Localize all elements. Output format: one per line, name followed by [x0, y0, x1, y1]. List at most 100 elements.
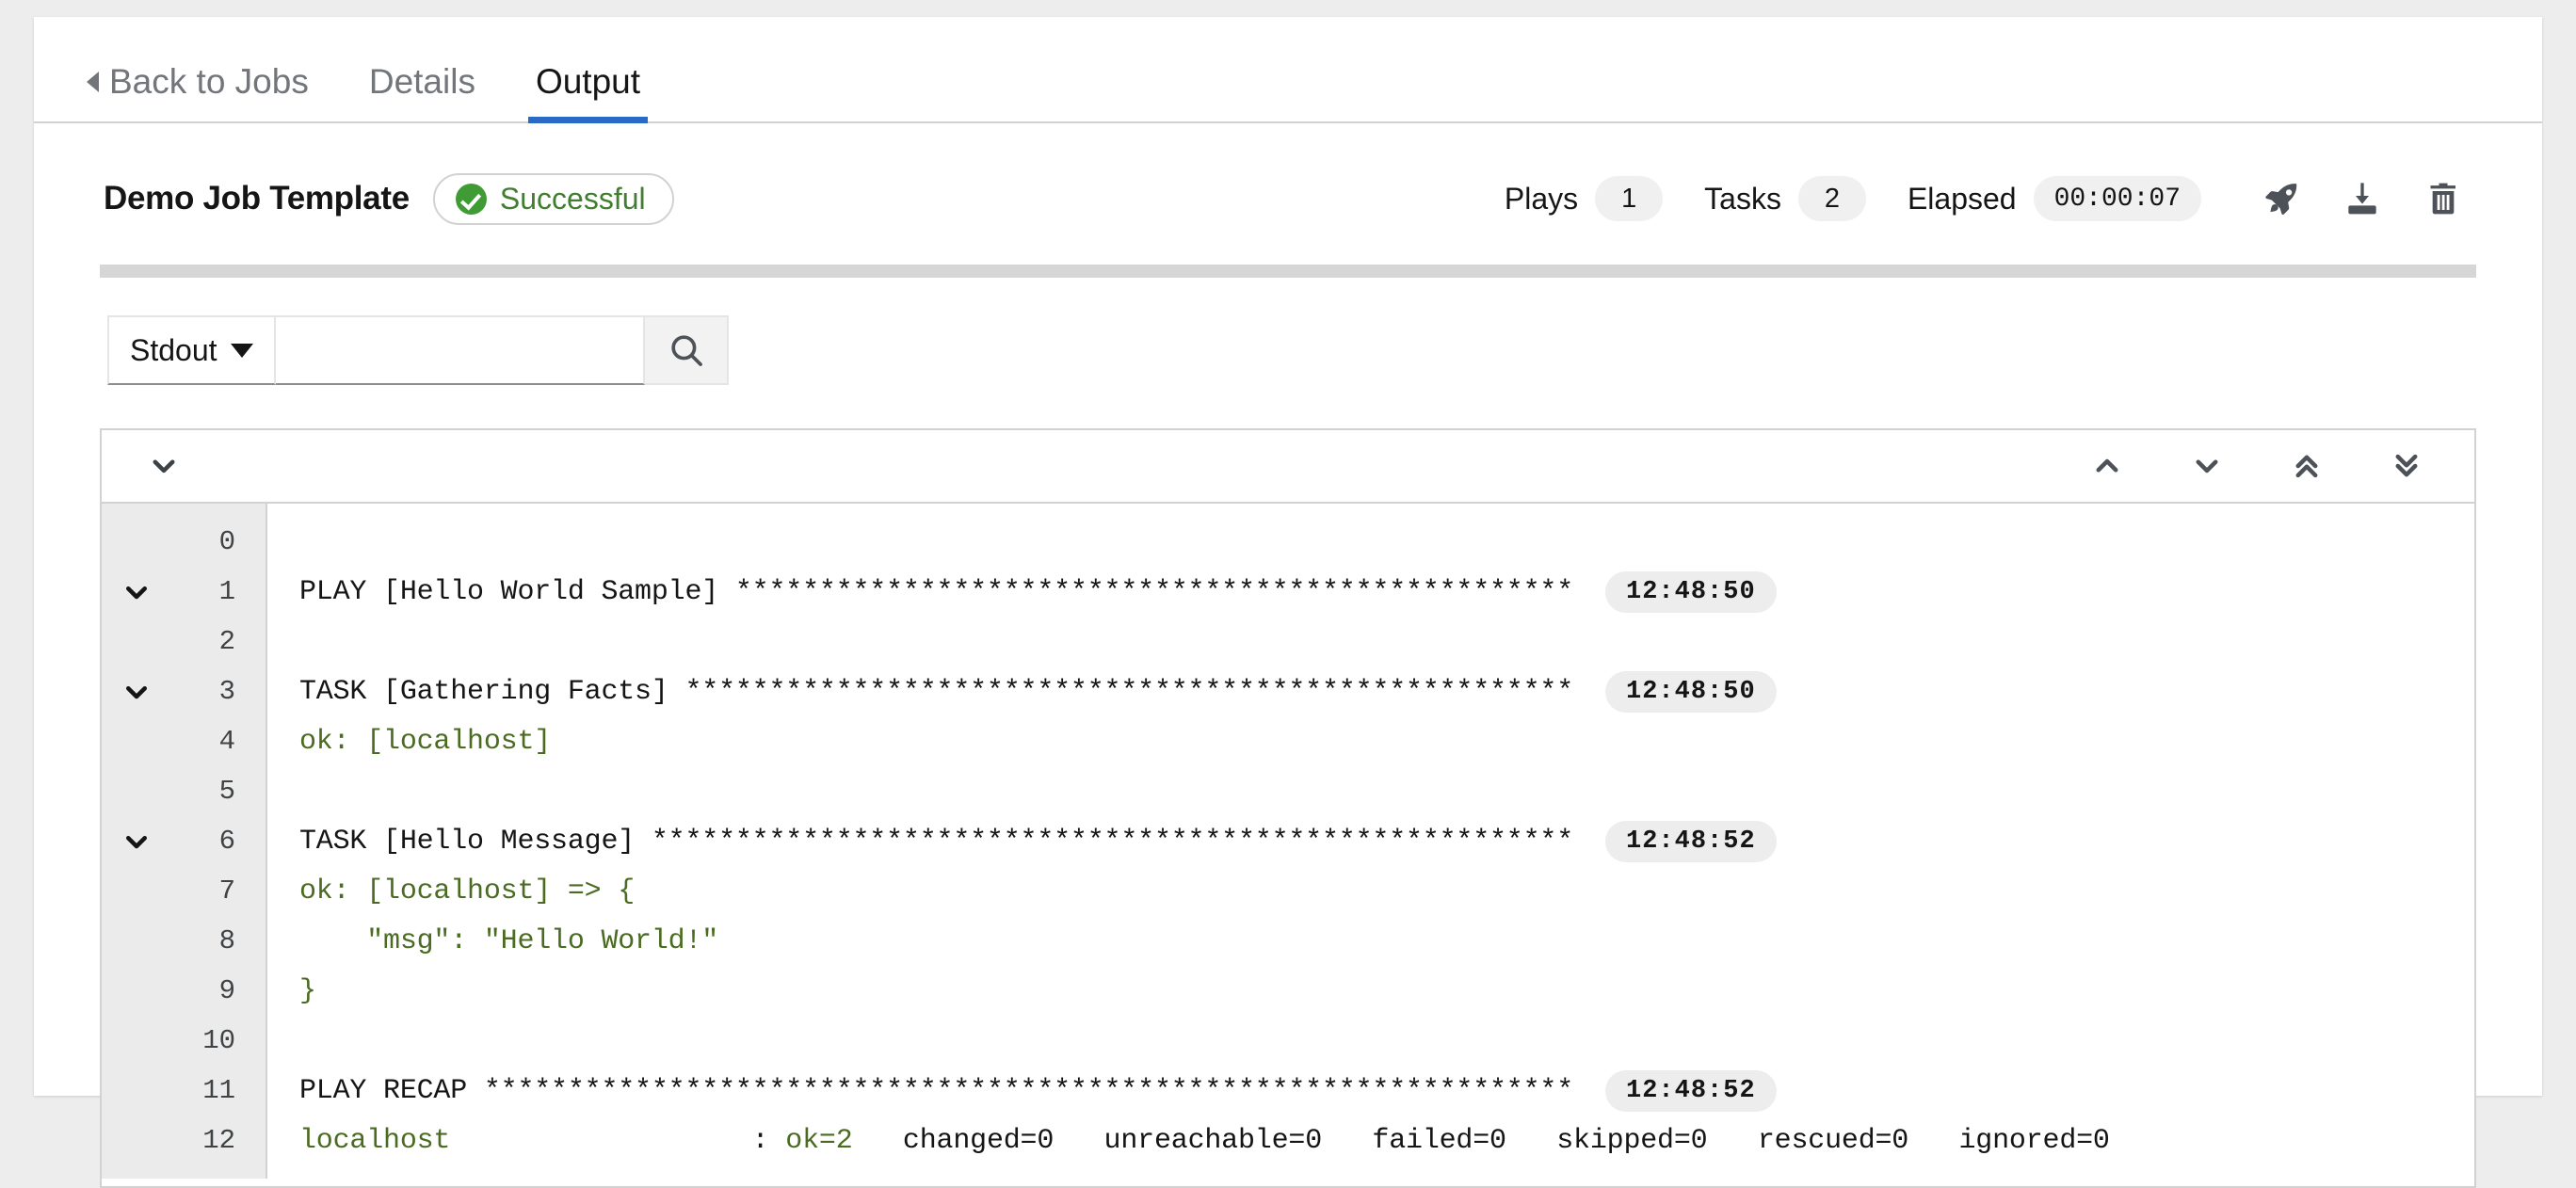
trash-icon: [2430, 183, 2455, 215]
page-title: Demo Job Template: [104, 180, 410, 217]
panel-bottom-filler: [102, 1179, 2474, 1186]
output-toolbar: [102, 430, 2474, 504]
line-collapse-toggle[interactable]: [122, 827, 151, 856]
log-line-text: TASK [Hello Message] *******************…: [299, 825, 1574, 858]
log-line-timestamp: 12:48:52: [1605, 820, 1777, 862]
search-type-select-value: Stdout: [130, 332, 217, 367]
scroll-last-button[interactable]: [2376, 440, 2437, 492]
tab-details-label: Details: [368, 62, 475, 101]
line-number-cell: 11: [102, 1066, 266, 1116]
search-icon: [670, 335, 702, 366]
line-number: 9: [218, 975, 235, 1006]
chevron-down-icon: [231, 343, 254, 358]
tab-back-to-jobs-label: Back to Jobs: [109, 62, 309, 101]
log-line-text: ok: [localhost] => {: [299, 875, 636, 907]
line-number-cell: 9: [102, 966, 266, 1016]
log-line-text: changed=0 unreachable=0 failed=0 skipped…: [852, 1124, 2110, 1157]
line-collapse-toggle[interactable]: [122, 578, 151, 606]
line-number-cell[interactable]: 3: [102, 666, 266, 716]
line-number: 4: [218, 726, 235, 757]
line-number: 12: [202, 1125, 235, 1156]
chevron-down-icon: [126, 685, 147, 698]
line-number: 1: [218, 576, 235, 607]
header-actions: [2241, 168, 2484, 230]
tab-back-to-jobs[interactable]: Back to Jobs: [87, 64, 309, 121]
log-line: localhost : ok=2 changed=0 unreachable=0…: [267, 1116, 2474, 1165]
job-header: Demo Job Template Successful Plays 1 Tas…: [34, 146, 2542, 251]
log-line-timestamp: 12:48:52: [1605, 1069, 1777, 1112]
line-number-cell[interactable]: 6: [102, 816, 266, 866]
chevron-double-up-icon: [2295, 455, 2318, 478]
log-line: }: [267, 966, 2474, 1016]
chevron-up-icon: [2096, 458, 2118, 473]
stat-plays-label: Plays: [1504, 181, 1579, 216]
line-collapse-toggle[interactable]: [122, 678, 151, 706]
search-button[interactable]: [645, 315, 729, 385]
log-line-text: ok=2: [785, 1124, 853, 1157]
chevron-down-icon: [153, 459, 175, 474]
download-icon: [2348, 183, 2376, 215]
tab-output[interactable]: Output: [527, 62, 649, 123]
line-number: 3: [218, 676, 235, 707]
line-number-cell: 2: [102, 617, 266, 666]
line-number-cell[interactable]: 1: [102, 567, 266, 617]
log-line-text: TASK [Gathering Facts] *****************…: [299, 675, 1574, 708]
tab-bar: Back to Jobs Details Output: [34, 17, 2542, 123]
tab-output-label: Output: [535, 62, 641, 101]
line-number-gutter: 0 1 2 3 4 5 6 7 8 9 10 11 12: [102, 504, 267, 1179]
stat-plays-value: 1: [1595, 176, 1664, 221]
log-line: TASK [Gathering Facts] *****************…: [267, 666, 2474, 716]
log-line: ok: [localhost]: [267, 716, 2474, 766]
line-number: 10: [202, 1025, 235, 1056]
line-number-cell: 10: [102, 1016, 266, 1066]
scroll-first-button[interactable]: [2277, 440, 2337, 492]
status-badge-label: Successful: [499, 182, 646, 216]
chevron-down-icon: [126, 835, 147, 848]
download-button[interactable]: [2322, 168, 2403, 230]
log-line-text: localhost: [299, 1124, 451, 1157]
scroll-next-button[interactable]: [2177, 440, 2237, 492]
log-line: PLAY [Hello World Sample] **************…: [267, 567, 2474, 617]
relaunch-button[interactable]: [2241, 168, 2322, 230]
job-output-page: Back to Jobs Details Output Demo Job Tem…: [34, 17, 2542, 1188]
search-input[interactable]: [276, 315, 646, 385]
log-lines: PLAY [Hello World Sample] **************…: [267, 504, 2474, 1179]
search-type-select[interactable]: Stdout: [107, 315, 277, 385]
stat-tasks-label: Tasks: [1704, 181, 1781, 216]
line-number: 2: [218, 626, 235, 657]
line-number-cell: 5: [102, 766, 266, 816]
log-line-text: :: [450, 1124, 786, 1157]
line-number-cell: 8: [102, 916, 266, 966]
tab-details[interactable]: Details: [369, 64, 475, 121]
horizontal-scrollbar[interactable]: [100, 265, 2476, 278]
line-number-cell: 12: [102, 1116, 266, 1165]
stat-elapsed-value: 00:00:07: [2033, 176, 2201, 221]
search-toolbar: Stdout: [107, 315, 729, 385]
output-log: 0 1 2 3 4 5 6 7 8 9 10 11 12 PLAY [Hello World Sampl…: [102, 504, 2474, 1179]
line-number: 8: [218, 925, 235, 956]
scroll-previous-button[interactable]: [2077, 440, 2137, 492]
line-number: 11: [202, 1075, 235, 1106]
log-line-timestamp: 12:48:50: [1605, 570, 1777, 613]
stat-elapsed: Elapsed 00:00:07: [1908, 176, 2201, 221]
log-line: "msg": "Hello World!": [267, 916, 2474, 966]
status-badge[interactable]: Successful: [432, 172, 674, 225]
log-line-text: }: [299, 974, 316, 1007]
log-line-text: PLAY RECAP *****************************…: [299, 1074, 1574, 1107]
expand-all-button[interactable]: [134, 440, 194, 492]
stat-plays: Plays 1: [1504, 176, 1664, 221]
log-line-text: ok: [localhost]: [299, 725, 552, 758]
caret-left-icon: [87, 71, 99, 92]
line-number: 6: [218, 826, 235, 857]
chevron-double-down-icon: [2395, 454, 2418, 477]
line-number-cell: 0: [102, 517, 266, 567]
line-number-cell: 7: [102, 866, 266, 916]
log-line-text: "msg": "Hello World!": [299, 924, 719, 957]
output-panel: 0 1 2 3 4 5 6 7 8 9 10 11 12 PLAY [Hello World Sampl…: [100, 428, 2476, 1188]
output-nav-buttons: [2077, 440, 2437, 492]
delete-button[interactable]: [2403, 168, 2484, 230]
